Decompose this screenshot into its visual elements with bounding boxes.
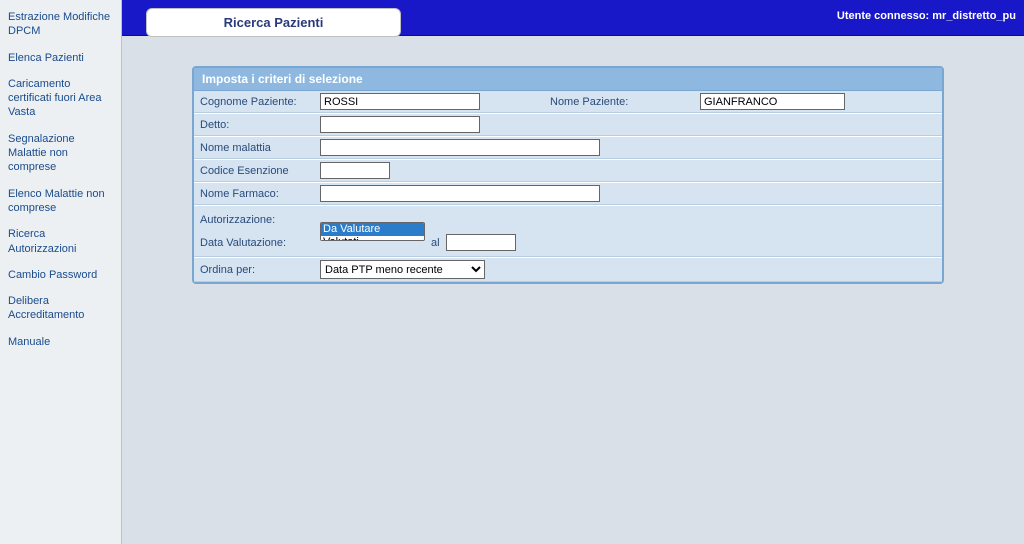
user-connected-label: Utente connesso: mr_distretto_pu	[837, 10, 1016, 22]
cognome-label: Cognome Paziente:	[200, 96, 320, 108]
data-to-input[interactable]	[446, 234, 516, 251]
malattia-input[interactable]	[320, 139, 600, 156]
sidebar-item-elenco-malattie[interactable]: Elenco Malattie non comprese	[8, 181, 113, 222]
ordina-select[interactable]: Data PTP meno recente	[320, 260, 485, 279]
top-bar: Ricerca Pazienti Utente connesso: mr_dis…	[122, 0, 1024, 36]
sidebar-item-caricamento-certificati[interactable]: Caricamento certificati fuori Area Vasta	[8, 71, 113, 126]
nome-label: Nome Paziente:	[480, 96, 680, 108]
sidebar-item-ricerca-autorizzazioni[interactable]: Ricerca Autorizzazioni	[8, 221, 113, 262]
cognome-input[interactable]	[320, 93, 480, 110]
ordina-label: Ordina per:	[200, 264, 320, 276]
farmaco-input[interactable]	[320, 185, 600, 202]
sidebar-item-manuale[interactable]: Manuale	[8, 329, 113, 355]
malattia-label: Nome malattia	[200, 142, 320, 154]
panel-title: Imposta i criteri di selezione	[194, 68, 942, 91]
autorizzazione-label: Autorizzazione:	[200, 208, 320, 231]
esenzione-label: Codice Esenzione	[200, 165, 320, 177]
autorizzazione-option-da-valutare[interactable]: Da Valutare	[321, 223, 424, 236]
autorizzazione-listbox[interactable]: Da Valutare Valutati Tutti	[320, 222, 425, 241]
sidebar-item-estrazione[interactable]: Estrazione Modifiche DPCM	[8, 4, 113, 45]
nome-input[interactable]	[700, 93, 845, 110]
detto-input[interactable]	[320, 116, 480, 133]
sidebar-item-segnalazione-malattie[interactable]: Segnalazione Malattie non comprese	[8, 126, 113, 181]
autorizzazione-option-valutati[interactable]: Valutati	[321, 236, 424, 241]
sidebar-item-cambio-password[interactable]: Cambio Password	[8, 262, 113, 288]
detto-label: Detto:	[200, 119, 320, 131]
search-criteria-panel: Imposta i criteri di selezione Cognome P…	[192, 66, 944, 284]
sidebar-item-elenca-pazienti[interactable]: Elenca Pazienti	[8, 45, 113, 71]
main-area: Ricerca Pazienti Utente connesso: mr_dis…	[122, 0, 1024, 544]
datavalutazione-label: Data Valutazione:	[200, 231, 320, 254]
farmaco-label: Nome Farmaco:	[200, 188, 320, 200]
sidebar: Estrazione Modifiche DPCM Elenca Pazient…	[0, 0, 122, 544]
esenzione-input[interactable]	[320, 162, 390, 179]
page-title: Ricerca Pazienti	[146, 8, 401, 37]
al-label: al	[425, 237, 446, 249]
sidebar-item-delibera[interactable]: Delibera Accreditamento	[8, 288, 113, 329]
